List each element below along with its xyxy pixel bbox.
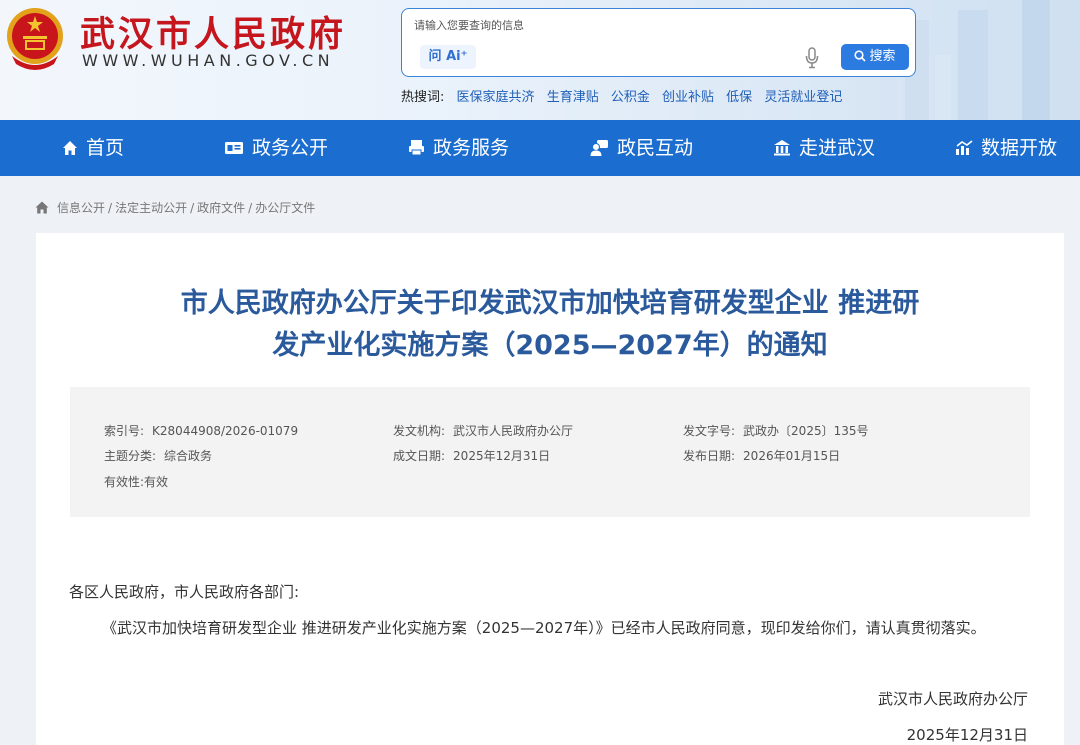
search-button[interactable]: 搜索 [841, 44, 909, 70]
meta-validity: 有效性:有效 [104, 473, 168, 490]
meta-label: 索引号: [104, 424, 145, 438]
meta-value: 2026年01月15日 [743, 449, 841, 463]
article-panel: 市人民政府办公厅关于印发武汉市加快培育研发型企业 推进研 发产业化实施方案（20… [36, 233, 1064, 745]
nav-item-label: 政务公开 [252, 137, 329, 159]
meta-category: 主题分类: 综合政务 [104, 447, 212, 464]
site-url[interactable]: WWW.WUHAN.GOV.CN [82, 51, 334, 70]
article-salutation: 各区人民政府，市人民政府各部门: [69, 583, 300, 601]
nav-item-home[interactable]: 首页 [62, 120, 124, 176]
ask-ai-button[interactable]: 问 Ai⁺ [420, 45, 476, 69]
breadcrumb-item[interactable]: 法定主动公开 [115, 201, 187, 215]
hot-search-item[interactable]: 公积金 [611, 90, 650, 105]
meta-issuer: 发文机构: 武汉市人民政府办公厅 [393, 422, 573, 439]
building-icon [774, 140, 790, 156]
hot-search-label: 热搜词: [401, 90, 445, 105]
nav-item-visit-wuhan[interactable]: 走进武汉 [773, 120, 875, 176]
article-title-line: 发产业化实施方案（2025—2027年）的通知 [272, 330, 828, 361]
meta-published-date: 发布日期: 2026年01月15日 [683, 447, 840, 464]
article-body: 《武汉市加快培育研发型企业 推进研发产业化实施方案（2025—2027年）》已经… [102, 619, 986, 637]
hot-search-item[interactable]: 医保家庭共济 [457, 90, 535, 105]
hot-search-item[interactable]: 创业补贴 [662, 90, 714, 105]
nav-item-label: 首页 [86, 137, 125, 159]
chart-icon [956, 140, 973, 155]
article-title: 市人民政府办公厅关于印发武汉市加快培育研发型企业 推进研 发产业化实施方案（20… [36, 283, 1064, 367]
document-metadata: 索引号: K28044908/2026-01079 发文机构: 武汉市人民政府办公厅… [70, 387, 1030, 517]
signature-date: 2025年12月31日 [906, 726, 1028, 744]
national-emblem-logo [7, 8, 63, 70]
nav-item-label: 政务服务 [433, 137, 510, 159]
meta-value: 武政办〔2025〕135号 [743, 424, 869, 438]
nav-item-label: 政民互动 [617, 137, 694, 159]
meta-label: 发文字号: [683, 424, 736, 438]
printer-icon [409, 140, 424, 156]
meta-label: 有效性: [104, 475, 145, 489]
search-icon [854, 50, 867, 62]
site-header: 武汉市人民政府 WWW.WUHAN.GOV.CN 请输入您要查询的信息 问 Ai… [0, 0, 1080, 120]
breadcrumb: 信息公开 / 法定主动公开 / 政府文件 / 办公厅文件 [35, 199, 315, 216]
meta-label: 主题分类: [104, 449, 157, 463]
breadcrumb-item[interactable]: 政府文件 [197, 201, 245, 215]
breadcrumb-item[interactable]: 办公厅文件 [255, 201, 315, 215]
user-chat-icon [590, 140, 608, 156]
hot-search-item[interactable]: 低保 [726, 90, 752, 105]
search-input[interactable]: 请输入您要查询的信息 [414, 17, 524, 33]
nav-item-gov-affairs-disclosure[interactable]: 政务公开 [224, 120, 328, 176]
meta-value: 综合政务 [164, 449, 213, 463]
microphone-icon[interactable] [805, 47, 819, 69]
meta-value: K28044908/2026-01079 [152, 424, 299, 438]
signature-org: 武汉市人民政府办公厅 [877, 690, 1028, 708]
search-button-label: 搜索 [869, 49, 896, 64]
id-card-icon [225, 142, 243, 154]
meta-label: 成文日期: [393, 449, 446, 463]
meta-value: 有效 [144, 475, 169, 489]
search-box: 请输入您要查询的信息 问 Ai⁺ 搜索 [401, 8, 916, 77]
meta-value: 武汉市人民政府办公厅 [453, 424, 574, 438]
meta-label: 发文机构: [393, 424, 446, 438]
main-nav: 首页 政务公开 政务服务 政民互动 走进武汉 数据开放 [0, 120, 1080, 176]
meta-label: 发布日期: [683, 449, 736, 463]
home-icon [63, 141, 77, 155]
site-title[interactable]: 武汉市人民政府 [80, 6, 346, 57]
breadcrumb-item[interactable]: 信息公开 [57, 201, 105, 215]
hot-search-bar: 热搜词: 医保家庭共济 生育津贴 公积金 创业补贴 低保 灵活就业登记 [401, 86, 850, 105]
meta-value: 2025年12月31日 [453, 449, 551, 463]
meta-index: 索引号: K28044908/2026-01079 [104, 422, 298, 439]
nav-item-open-data[interactable]: 数据开放 [955, 120, 1057, 176]
hot-search-item[interactable]: 生育津贴 [547, 90, 599, 105]
nav-item-label: 走进武汉 [799, 137, 876, 159]
meta-created-date: 成文日期: 2025年12月31日 [393, 447, 550, 464]
nav-item-public-interaction[interactable]: 政民互动 [590, 120, 693, 176]
nav-item-label: 数据开放 [981, 137, 1058, 159]
nav-item-gov-services[interactable]: 政务服务 [408, 120, 509, 176]
meta-doc-number: 发文字号: 武政办〔2025〕135号 [683, 422, 869, 439]
hot-search-item[interactable]: 灵活就业登记 [764, 90, 842, 105]
home-icon[interactable] [35, 201, 49, 214]
article-title-line: 市人民政府办公厅关于印发武汉市加快培育研发型企业 推进研 [180, 288, 920, 319]
